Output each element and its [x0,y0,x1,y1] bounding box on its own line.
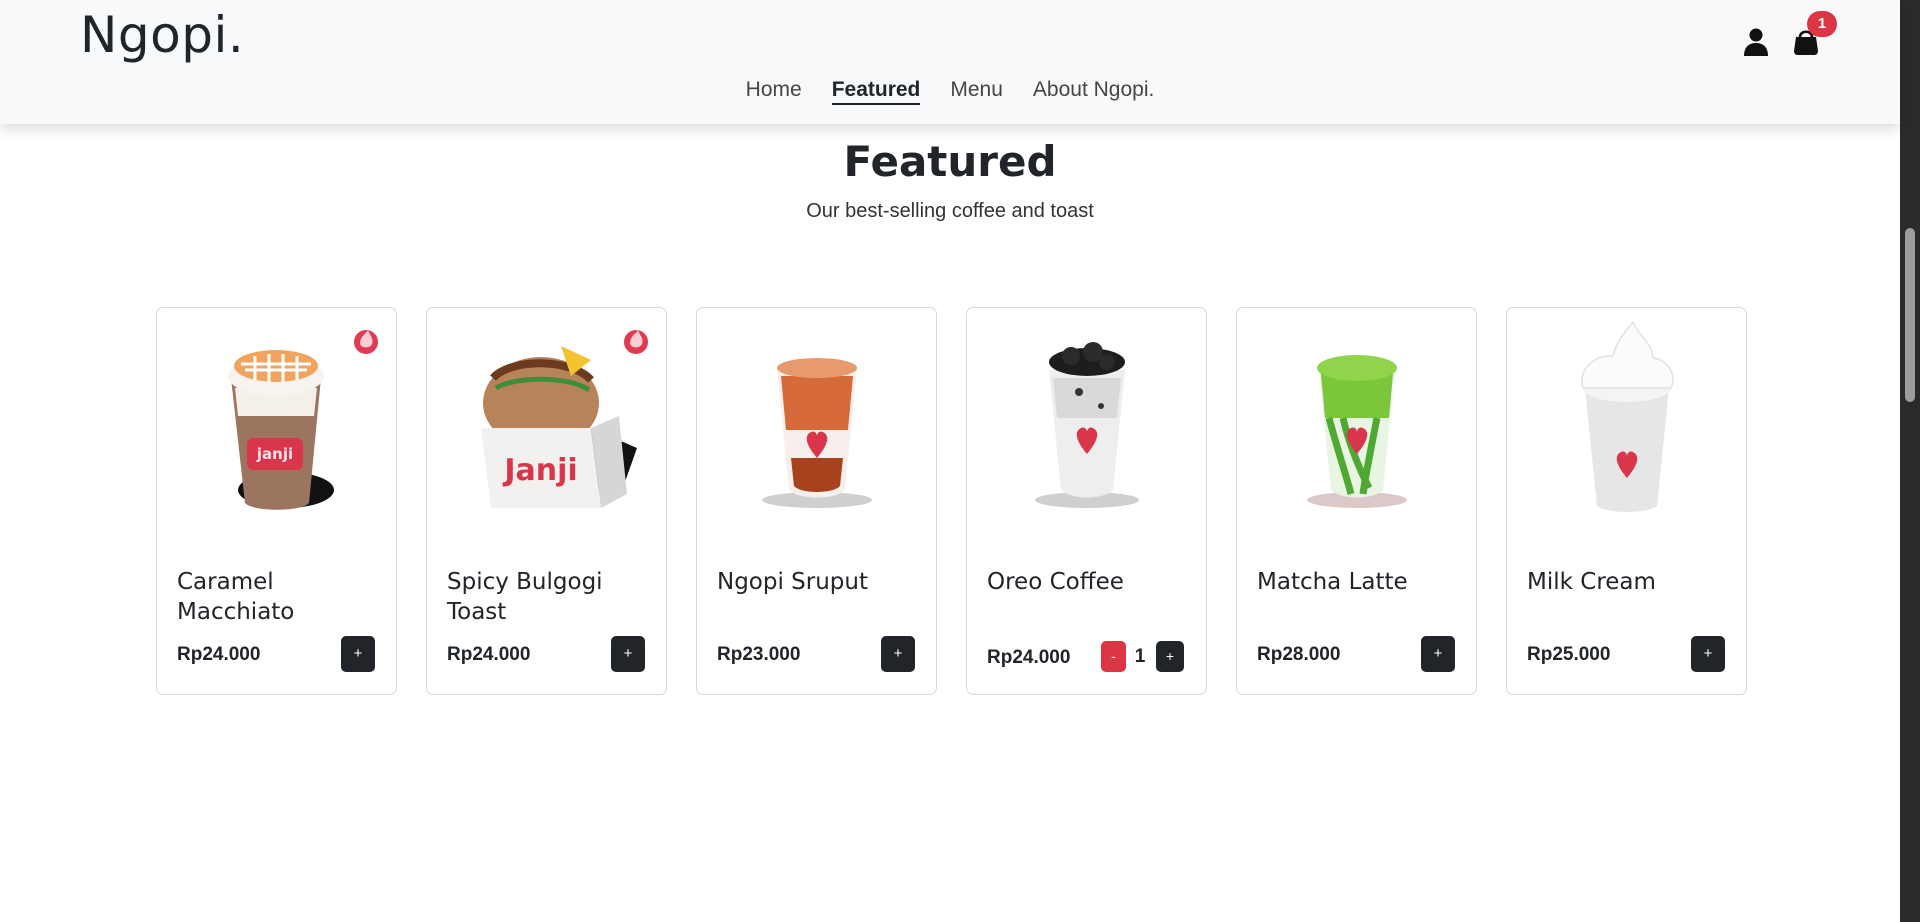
ngopi-sruput-image [711,318,923,518]
quantity-value: 1 [1134,646,1146,667]
product-card: Ngopi Sruput Rp23.000 + [696,307,937,695]
add-to-cart-button[interactable]: + [1691,636,1725,672]
nav-about[interactable]: About Ngopi. [1033,78,1154,105]
product-price: Rp24.000 [177,644,261,665]
navbar: Ngopi. Home Featured Menu About Ngopi. 1 [0,0,1900,124]
product-name: Ngopi Sruput [717,569,869,595]
section-title: Featured [843,137,1057,186]
product-card: Oreo Coffee Rp24.000 - 1 + [966,307,1207,695]
product-price: Rp25.000 [1527,644,1611,665]
product-name: Milk Cream [1527,569,1656,595]
matcha-latte-image [1251,318,1463,518]
scrollbar-thumb[interactable] [1905,228,1915,402]
increase-quantity-button[interactable]: + [1156,641,1184,672]
product-card: Janji Spicy Bulgogi Toast Rp24.000 + [426,307,667,695]
user-icon[interactable] [1743,28,1769,56]
cart-count-badge: 1 [1807,11,1837,37]
brand-logo[interactable]: Ngopi. [80,6,244,64]
nav-home[interactable]: Home [746,78,802,105]
add-to-cart-button[interactable]: + [881,636,915,672]
decrease-quantity-button[interactable]: - [1101,641,1126,672]
oreo-coffee-image [981,318,1193,518]
scrollbar[interactable] [1900,0,1920,922]
main-nav: Home Featured Menu About Ngopi. [0,78,1900,105]
hot-badge-icon [352,326,380,356]
product-price: Rp24.000 [987,647,1071,668]
product-price: Rp24.000 [447,644,531,665]
product-name: Spicy Bulgogi Toast [447,569,603,625]
product-card: Milk Cream Rp25.000 + [1506,307,1747,695]
milk-cream-image [1521,318,1733,518]
product-card: janji Caramel Macchiato Rp24.000 + [156,307,397,695]
nav-featured[interactable]: Featured [831,78,921,105]
product-name: Oreo Coffee [987,569,1124,595]
nav-menu[interactable]: Menu [950,78,1003,105]
add-to-cart-button[interactable]: + [611,636,645,672]
product-card: Matcha Latte Rp28.000 + [1236,307,1477,695]
hot-badge-icon [622,326,650,356]
section-subtitle: Our best-selling coffee and toast [806,200,1094,222]
product-price: Rp28.000 [1257,644,1341,665]
page: Ngopi. Home Featured Menu About Ngopi. 1… [0,0,1920,922]
add-to-cart-button[interactable]: + [1421,636,1455,672]
add-to-cart-button[interactable]: + [341,636,375,672]
svg-text:janji: janji [256,445,293,463]
svg-text:Janji: Janji [502,453,577,488]
product-name: Matcha Latte [1257,569,1408,595]
product-name: Caramel Macchiato [177,569,295,625]
product-price: Rp23.000 [717,644,801,665]
